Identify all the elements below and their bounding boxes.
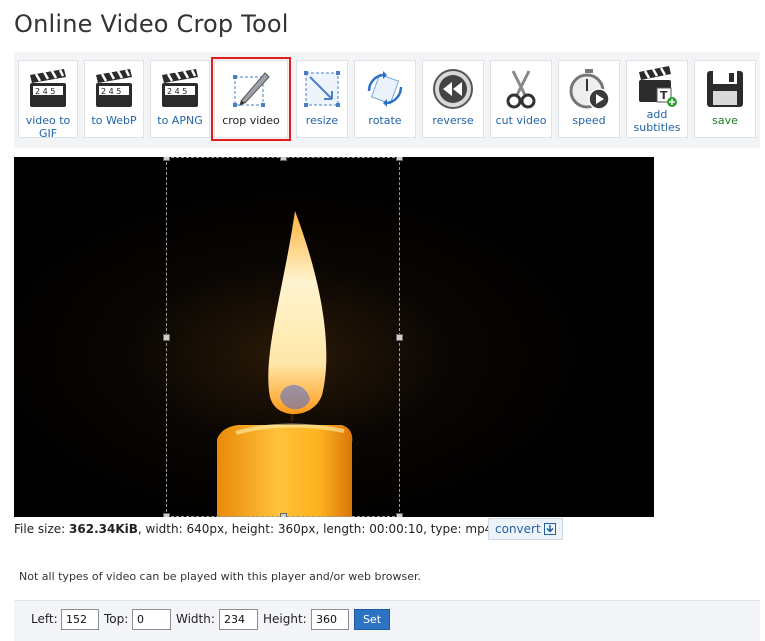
tool-label: resize: [305, 114, 339, 127]
tool-speed[interactable]: speed: [558, 60, 620, 138]
crop-pen-icon: [233, 72, 270, 107]
convert-button[interactable]: convert: [488, 518, 563, 540]
tool-label: save: [712, 114, 738, 127]
tool-label: reverse: [432, 114, 474, 127]
set-button[interactable]: Set: [354, 609, 390, 630]
video-preview[interactable]: [14, 157, 654, 517]
left-input[interactable]: [61, 609, 99, 630]
stopwatch-icon: [569, 69, 610, 110]
tool-add-subtitles[interactable]: T add subtitles: [626, 60, 688, 138]
crop-handle-bottom-right[interactable]: [396, 513, 403, 517]
crop-handle-right[interactable]: [396, 334, 403, 341]
scissors-icon: [506, 70, 536, 109]
left-label: Left:: [31, 612, 58, 626]
tool-label: speed: [572, 114, 606, 127]
page-title: Online Video Crop Tool: [14, 10, 289, 38]
tool-toolbar: 2 4 5 video to GIF 2 4 5 to WebP 2 4 5 t…: [14, 52, 760, 148]
svg-text:2 4 5: 2 4 5: [35, 87, 55, 96]
file-size-label: File size:: [14, 522, 70, 536]
tool-label: cut video: [495, 114, 547, 127]
crop-selection-box[interactable]: [163, 157, 403, 517]
tool-rotate[interactable]: rotate: [354, 60, 416, 138]
tool-save[interactable]: save: [694, 60, 756, 138]
tool-cut-video[interactable]: cut video: [490, 60, 552, 138]
compatibility-note: Not all types of video can be played wit…: [19, 570, 421, 583]
tool-label: crop video: [222, 114, 280, 127]
height-label: Height:: [263, 612, 307, 626]
crop-handle-top-right[interactable]: [396, 157, 403, 161]
clapperboard-icon: 2 4 5: [96, 69, 132, 107]
width-label: Width:: [176, 612, 215, 626]
svg-text:2 4 5: 2 4 5: [101, 87, 121, 96]
crop-handle-bottom-left[interactable]: [163, 513, 170, 517]
height-input[interactable]: [311, 609, 349, 630]
crop-handle-bottom[interactable]: [280, 513, 287, 517]
clapperboard-icon: 2 4 5: [30, 69, 66, 107]
file-details: , width: 640px, height: 360px, length: 0…: [137, 522, 493, 536]
crop-handle-top-left[interactable]: [163, 157, 170, 161]
clapperboard-icon: 2 4 5: [162, 69, 198, 107]
svg-text:T: T: [660, 89, 668, 102]
tool-to-webp[interactable]: 2 4 5 to WebP: [84, 60, 144, 138]
tool-to-apng[interactable]: 2 4 5 to APNG: [150, 60, 210, 138]
floppy-disk-icon: [707, 71, 743, 107]
tool-reverse[interactable]: reverse: [422, 60, 484, 138]
tool-label: video to GIF: [25, 114, 71, 140]
rotate-icon: [367, 71, 403, 107]
top-label: Top:: [104, 612, 129, 626]
crop-handle-top[interactable]: [280, 157, 287, 161]
crop-handle-left[interactable]: [163, 334, 170, 341]
svg-text:2 4 5: 2 4 5: [167, 87, 187, 96]
tool-label: rotate: [368, 114, 402, 127]
clapperboard-subtitle-icon: T: [639, 66, 677, 107]
tool-label: to WebP: [91, 114, 137, 127]
crop-controls: Left: Top: Width: Height: Set: [14, 600, 760, 641]
file-size-value: 362.34KiB: [69, 522, 138, 536]
file-info: File size: 362.34KiB, width: 640px, heig…: [14, 522, 492, 536]
tool-resize[interactable]: resize: [296, 60, 348, 138]
tool-video-to-gif[interactable]: 2 4 5 video to GIF: [18, 60, 78, 140]
tool-label: add subtitles: [633, 108, 681, 134]
width-input[interactable]: [219, 609, 258, 630]
rewind-icon: [433, 69, 473, 109]
download-arrow-icon: [543, 523, 556, 535]
resize-icon: [304, 71, 340, 107]
tool-crop-video[interactable]: crop video: [211, 57, 291, 141]
convert-label: convert: [495, 522, 541, 536]
tool-label: to APNG: [157, 114, 203, 127]
top-input[interactable]: [132, 609, 171, 630]
